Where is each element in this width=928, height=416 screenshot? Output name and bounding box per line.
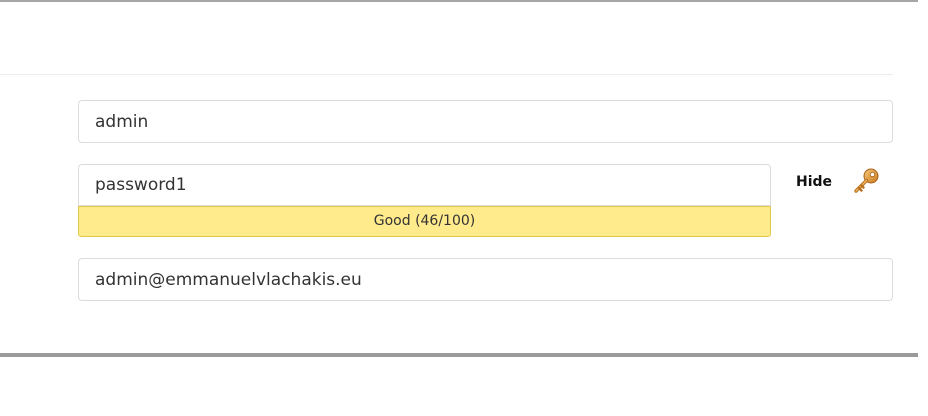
username-input[interactable] bbox=[78, 100, 893, 143]
account-form-panel: Good (46/100) Hide bbox=[0, 0, 928, 416]
email-input[interactable] bbox=[78, 258, 893, 301]
key-icon[interactable] bbox=[851, 166, 881, 196]
bottom-border bbox=[0, 353, 918, 357]
hide-password-button[interactable]: Hide bbox=[796, 172, 832, 192]
password-strength-meter: Good (46/100) bbox=[78, 206, 771, 237]
password-input[interactable] bbox=[78, 164, 771, 206]
header-divider bbox=[0, 74, 893, 75]
top-border bbox=[0, 0, 918, 2]
